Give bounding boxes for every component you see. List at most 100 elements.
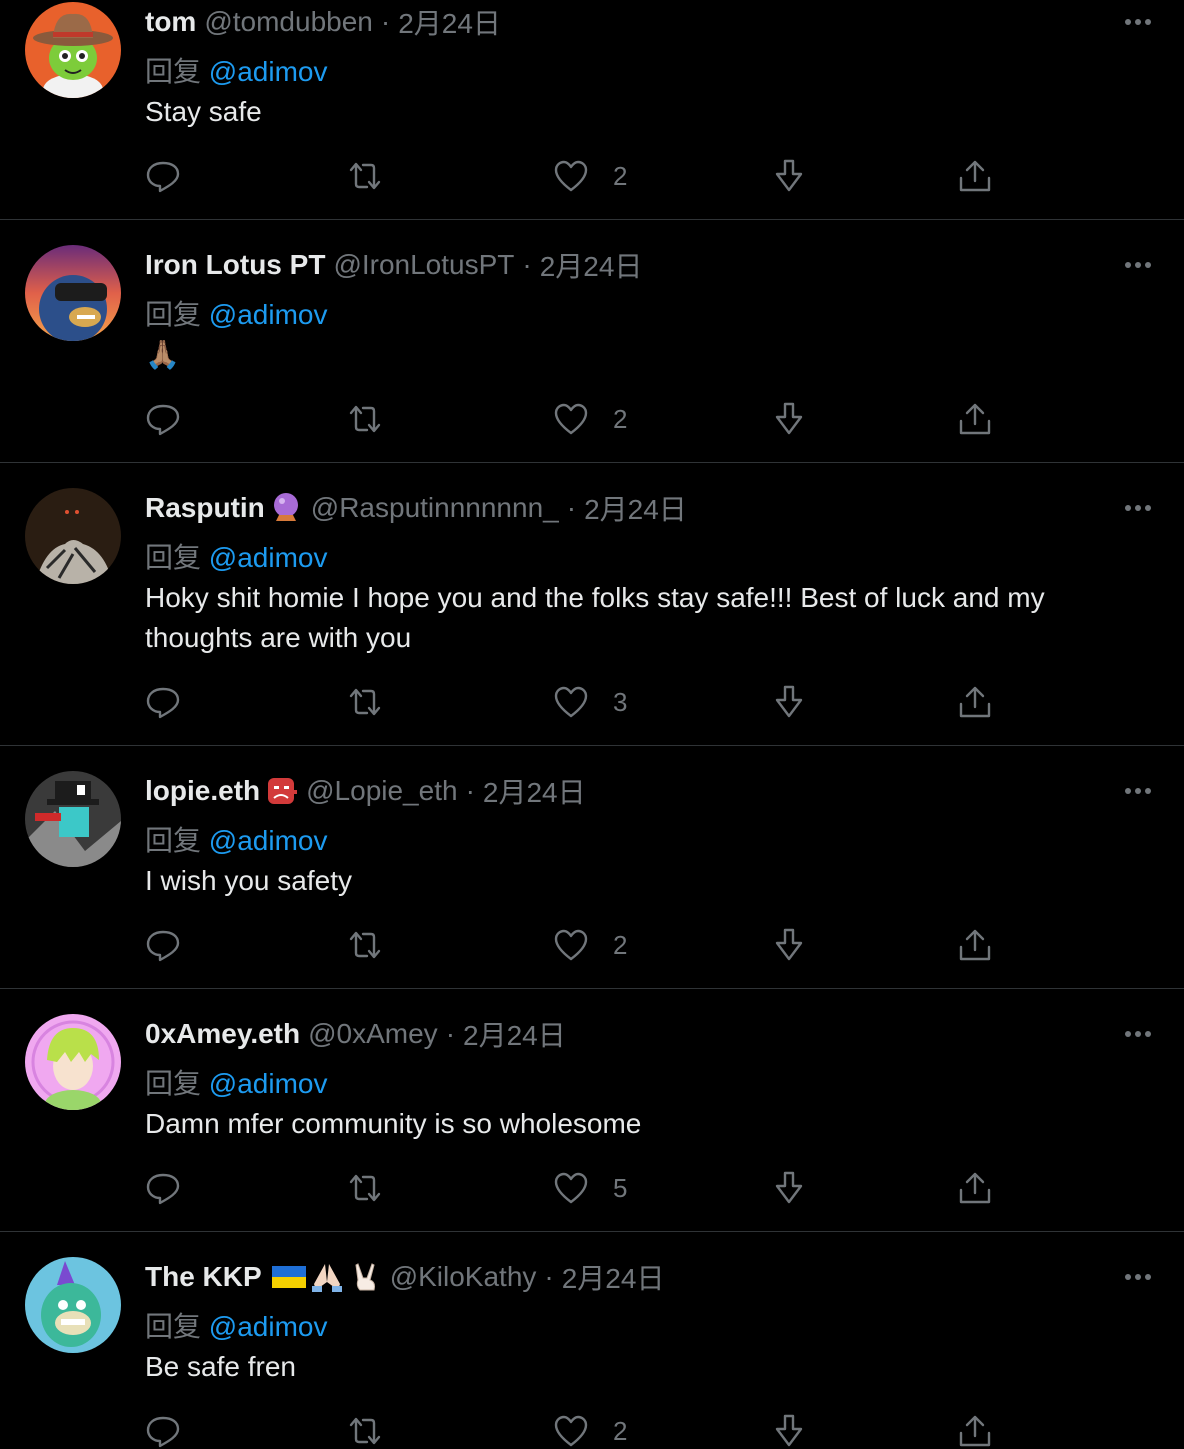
like-count: 2 xyxy=(613,403,628,434)
like-count: 5 xyxy=(613,1172,628,1203)
robot-hat-avatar xyxy=(25,771,121,867)
user-handle[interactable]: @IronLotusPT xyxy=(333,249,514,281)
like-button[interactable]: 5 xyxy=(553,1168,627,1208)
like-count: 2 xyxy=(613,160,628,191)
display-name[interactable]: 0xAmey.eth xyxy=(145,1018,300,1050)
user-handle[interactable]: @Lopie_eth xyxy=(306,775,457,807)
avatar[interactable] xyxy=(25,245,121,341)
more-icon[interactable] xyxy=(1122,1024,1154,1044)
display-name[interactable]: tom xyxy=(145,6,196,38)
tweet-header: Iron Lotus PT @IronLotusPT · 2月24日 xyxy=(145,247,642,283)
like-count: 2 xyxy=(613,1415,628,1446)
downvote-icon xyxy=(775,928,803,961)
tweet-date[interactable]: 2月24日 xyxy=(540,245,643,285)
tweet-date[interactable]: 2月24日 xyxy=(584,488,687,528)
retweet-button[interactable] xyxy=(347,1168,383,1208)
mention-link[interactable]: @adimov xyxy=(209,299,328,330)
tweet-header: 0xAmey.eth @0xAmey · 2月24日 xyxy=(145,1016,566,1052)
share-icon xyxy=(959,403,991,435)
reply-button[interactable] xyxy=(145,682,181,722)
retweet-button[interactable] xyxy=(347,682,383,722)
like-button[interactable]: 2 xyxy=(553,156,627,196)
retweet-button[interactable] xyxy=(347,156,383,196)
share-button[interactable] xyxy=(957,1168,993,1208)
share-button[interactable] xyxy=(957,682,993,722)
retweet-icon xyxy=(349,405,381,433)
more-icon[interactable] xyxy=(1122,255,1154,275)
tweet-text: I wish you safety xyxy=(145,865,352,896)
user-handle[interactable]: @KiloKathy xyxy=(390,1261,537,1293)
tweet-item[interactable]: 0xAmey.eth @0xAmey · 2月24日 回复 @adimov Da… xyxy=(0,989,1184,1231)
user-handle[interactable]: @tomdubben xyxy=(204,6,373,38)
like-button[interactable]: 2 xyxy=(553,1411,627,1449)
share-button[interactable] xyxy=(957,1411,993,1449)
retweet-button[interactable] xyxy=(347,925,383,965)
tweet-date[interactable]: 2月24日 xyxy=(398,2,501,42)
like-icon xyxy=(554,1172,588,1204)
like-button[interactable]: 2 xyxy=(553,925,627,965)
tweet-item[interactable]: lopie.eth @Lopie_eth · 2月24日 回复 @adimov … xyxy=(0,746,1184,988)
downvote-button[interactable] xyxy=(771,156,807,196)
mention-link[interactable]: @adimov xyxy=(209,1311,328,1342)
avatar[interactable] xyxy=(25,488,121,584)
mention-link[interactable]: @adimov xyxy=(209,1068,328,1099)
user-handle[interactable]: @Rasputinnnnnnn_ xyxy=(311,492,559,524)
separator: · xyxy=(544,1261,554,1292)
reply-button[interactable] xyxy=(145,399,181,439)
tweet-header: The KKP @KiloKathy · 2月24日 xyxy=(145,1259,664,1295)
mention-link[interactable]: @adimov xyxy=(209,542,328,573)
tweet-date[interactable]: 2月24日 xyxy=(562,1257,665,1297)
user-handle[interactable]: @0xAmey xyxy=(308,1018,438,1050)
like-button[interactable]: 3 xyxy=(553,682,627,722)
avatar[interactable] xyxy=(25,1014,121,1110)
retweet-button[interactable] xyxy=(347,399,383,439)
avatar[interactable] xyxy=(25,771,121,867)
retweet-icon xyxy=(349,1174,381,1202)
avatar[interactable] xyxy=(25,1257,121,1353)
action-bar: 5 xyxy=(145,1168,1005,1208)
separator: · xyxy=(380,6,391,37)
downvote-button[interactable] xyxy=(771,682,807,722)
downvote-button[interactable] xyxy=(771,1168,807,1208)
tweet-header: Rasputin @Rasputinnnnnnn_ · 2月24日 xyxy=(145,490,687,526)
reply-button[interactable] xyxy=(145,925,181,965)
avatar[interactable] xyxy=(25,2,121,98)
reply-button[interactable] xyxy=(145,1411,181,1449)
more-icon[interactable] xyxy=(1122,781,1154,801)
display-name[interactable]: lopie.eth xyxy=(145,775,260,807)
display-name[interactable]: Iron Lotus PT xyxy=(145,249,325,281)
share-button[interactable] xyxy=(957,156,993,196)
retweet-icon xyxy=(349,931,381,959)
more-icon[interactable] xyxy=(1122,1267,1154,1287)
share-icon xyxy=(959,686,991,718)
tweet-item[interactable]: The KKP @KiloKathy · 2月24日 回复 @adimov Be… xyxy=(0,1232,1184,1449)
tweet-text: Hoky shit homie I hope you and the folks… xyxy=(145,582,1045,653)
tweet-item[interactable]: tom @tomdubben · 2月24日 回复 @adimov Stay s… xyxy=(0,0,1184,220)
tweet-date[interactable]: 2月24日 xyxy=(483,771,586,811)
tweet-item[interactable]: Iron Lotus PT @IronLotusPT · 2月24日 回复 @a… xyxy=(0,220,1184,462)
mention-link[interactable]: @adimov xyxy=(209,56,328,87)
like-icon xyxy=(554,929,588,961)
tweet-text: Damn mfer community is so wholesome xyxy=(145,1108,642,1139)
more-icon[interactable] xyxy=(1122,12,1154,32)
downvote-button[interactable] xyxy=(771,1411,807,1449)
more-icon[interactable] xyxy=(1122,498,1154,518)
downvote-button[interactable] xyxy=(771,925,807,965)
display-name[interactable]: Rasputin xyxy=(145,492,265,524)
reply-prefix: 回复 xyxy=(145,1311,202,1342)
downvote-icon xyxy=(775,159,803,192)
reply-button[interactable] xyxy=(145,156,181,196)
like-button[interactable]: 2 xyxy=(553,399,627,439)
tweet-text: Be safe fren xyxy=(145,1351,296,1382)
retweet-button[interactable] xyxy=(347,1411,383,1449)
mention-link[interactable]: @adimov xyxy=(209,825,328,856)
reply-button[interactable] xyxy=(145,1168,181,1208)
tweet-item[interactable]: Rasputin @Rasputinnnnnnn_ · 2月24日 回复 @ad… xyxy=(0,463,1184,719)
tweet-header: lopie.eth @Lopie_eth · 2月24日 xyxy=(145,773,586,809)
tweet-date[interactable]: 2月24日 xyxy=(463,1014,566,1054)
downvote-icon xyxy=(775,685,803,718)
share-button[interactable] xyxy=(957,925,993,965)
display-name[interactable]: The KKP xyxy=(145,1261,262,1293)
share-button[interactable] xyxy=(957,399,993,439)
downvote-button[interactable] xyxy=(771,399,807,439)
